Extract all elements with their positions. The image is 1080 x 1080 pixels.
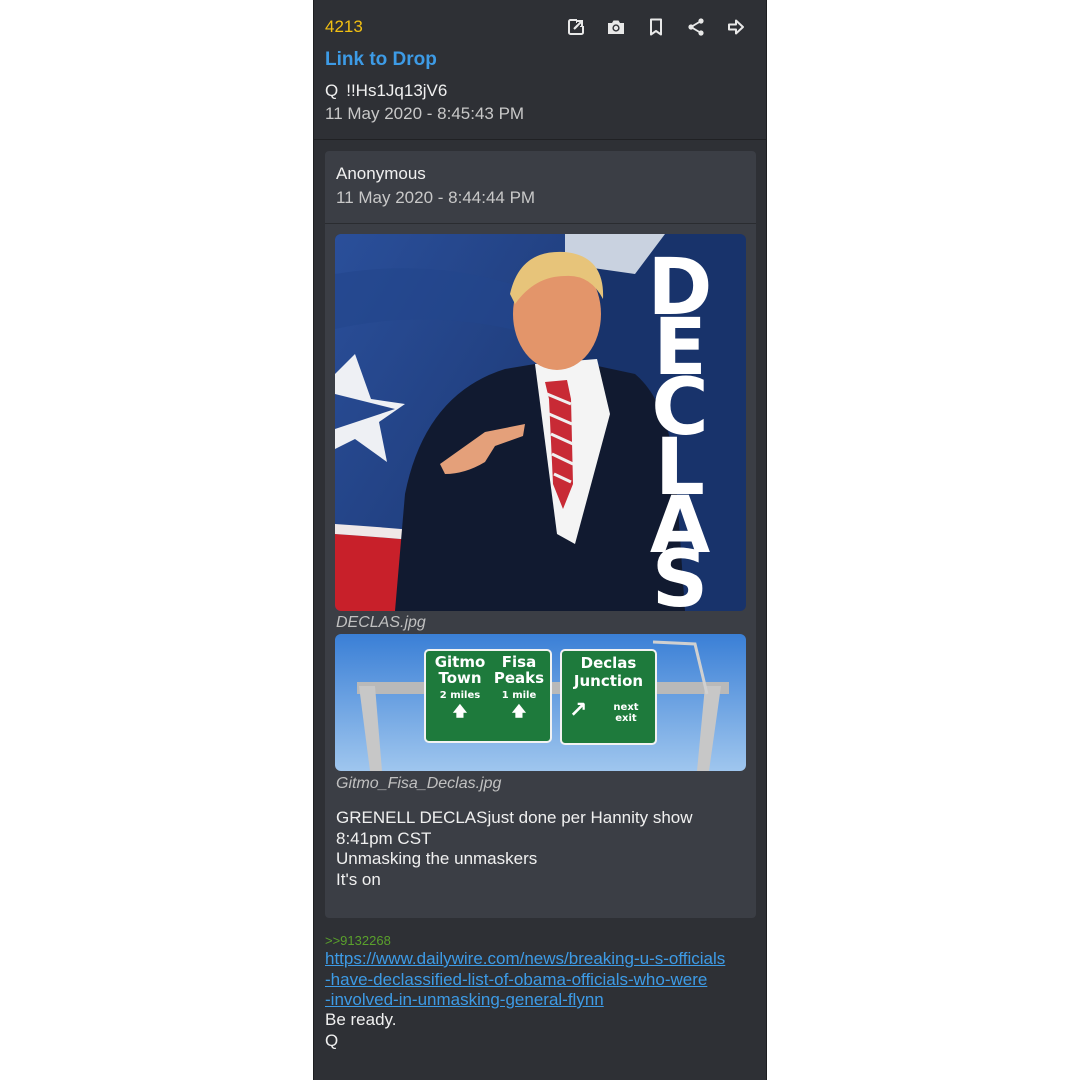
sign-gitmo-line2: Town (438, 669, 482, 687)
forward-icon (728, 19, 744, 35)
sign-fisa-distance: 1 mile (501, 690, 537, 701)
article-link-line[interactable]: -involved-in-unmasking-general-flynn (325, 990, 765, 1011)
drop-author: Q !!Hs1Jq13jV6 (325, 81, 447, 101)
drop-number: 4213 (325, 17, 363, 36)
quoted-text-line: Unmasking the unmaskers (336, 849, 538, 868)
exit-arrow-icon: ↗ (569, 698, 588, 723)
highway-sign-image[interactable]: Gitmo Town 2 miles 🡅 Fisa Peaks 1 mile 🡅… (335, 634, 746, 771)
quoted-text: GRENELL DECLASjust done per Hannity show… (336, 808, 693, 890)
quoted-text-line: GRENELL DECLASjust done per Hannity show (336, 808, 693, 827)
quoted-post: Anonymous 11 May 2020 - 8:44:44 PM D E C… (325, 151, 756, 918)
image-caption: DECLAS.jpg (336, 614, 426, 631)
open-external-icon (568, 18, 585, 35)
sign-gitmo: Gitmo Town 2 miles 🡅 (429, 654, 491, 725)
drop-date: 11 May 2020 - 8:45:43 PM (325, 104, 525, 123)
body-line: Q (325, 1030, 339, 1050)
sign-fisa-line2: Peaks (493, 669, 545, 687)
article-link-line[interactable]: https://www.dailywire.com/news/breaking-… (325, 949, 765, 970)
up-arrow-icon: 🡅 (511, 704, 527, 720)
sign-declas-line2: Junction (573, 672, 644, 690)
tripcode: !!Hs1Jq13jV6 (346, 81, 448, 100)
up-arrow-icon: 🡅 (452, 704, 468, 720)
quoted-date: 11 May 2020 - 8:44:44 PM (336, 188, 536, 207)
sign-gitmo-line1: Gitmo (434, 653, 486, 671)
sign-fisa-line1: Fisa (501, 653, 537, 671)
quoted-text-line: 8:41pm CST (336, 828, 432, 848)
quoted-divider (325, 223, 756, 224)
bookmark-icon (650, 18, 662, 36)
open-external-button[interactable] (556, 14, 596, 40)
sign-declas-line1: Declas (580, 654, 637, 672)
reply-reference-link[interactable]: >>9132268 (325, 933, 391, 948)
link-to-drop[interactable]: Link to Drop (325, 49, 437, 71)
author-name: Q (325, 81, 339, 100)
header-divider (314, 139, 766, 140)
share-button[interactable] (676, 14, 716, 40)
article-link-line[interactable]: -have-declassified-list-of-obama-officia… (325, 970, 765, 991)
declas-photo: D E C L A S (335, 234, 746, 611)
drop-card: 4213 Link to Drop Q !!Hs1Jq13jV6 11 May … (313, 0, 767, 1080)
camera-icon (608, 20, 624, 34)
drop-body: Be ready. Q (325, 1010, 397, 1051)
sign-fisa: Fisa Peaks 1 mile 🡅 (489, 654, 549, 725)
quoted-author: Anonymous (336, 164, 426, 183)
sign-declas-distance: next exit (613, 702, 639, 724)
sign-declas: Declas Junction ↗ next exit (563, 654, 654, 730)
quoted-text-line: It's on (336, 869, 381, 889)
sign-gitmo-distance: 2 miles (439, 690, 481, 701)
image-caption: Gitmo_Fisa_Declas.jpg (336, 775, 502, 792)
forward-button[interactable] (716, 14, 756, 40)
body-line: Be ready. (325, 1010, 397, 1029)
svg-text:S: S (652, 535, 708, 611)
article-link[interactable]: https://www.dailywire.com/news/breaking-… (325, 949, 765, 1011)
bookmark-button[interactable] (636, 14, 676, 40)
declas-image[interactable]: D E C L A S (335, 234, 746, 611)
share-icon (688, 18, 704, 36)
drop-toolbar (556, 14, 756, 40)
screenshot-button[interactable] (596, 14, 636, 40)
